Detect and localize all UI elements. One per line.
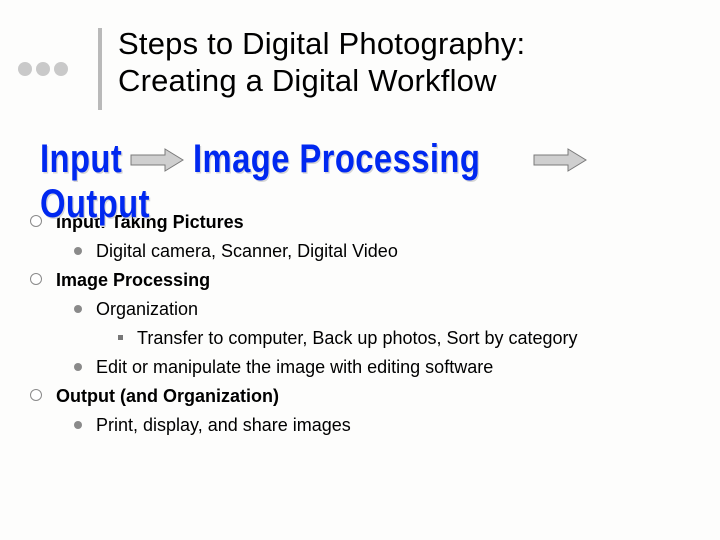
outline-list: Input: Taking Pictures Digital camera, S… — [30, 209, 720, 439]
flow-processing-label: Image Processing — [193, 137, 480, 182]
list-item: Organization — [74, 296, 720, 323]
list-item: Edit or manipulate the image with editin… — [74, 354, 720, 381]
item-text: Digital camera, Scanner, Digital Video — [96, 241, 398, 261]
flow-output-label: Output — [40, 182, 150, 227]
list-item: Print, display, and share images — [74, 412, 720, 439]
arrow-right-icon — [532, 147, 588, 173]
bullet-disc-icon — [74, 421, 82, 429]
list-item: Image Processing — [30, 267, 720, 294]
arrow-right-icon — [129, 147, 185, 173]
bullet-disc-icon — [74, 247, 82, 255]
bullet-disc-icon — [74, 305, 82, 313]
title-line-1: Steps to Digital Photography: — [118, 26, 525, 61]
item-text: Print, display, and share images — [96, 415, 351, 435]
item-text: Edit or manipulate the image with editin… — [96, 357, 493, 377]
list-item: Transfer to computer, Back up photos, So… — [118, 325, 720, 352]
flow-input-label: Input — [40, 137, 122, 182]
bullet-square-icon — [118, 335, 123, 340]
bullet-circle-icon — [30, 389, 42, 401]
title-line-2: Creating a Digital Workflow — [118, 63, 497, 98]
workflow-diagram: Input Image Processing Output — [40, 137, 720, 197]
list-item: Digital camera, Scanner, Digital Video — [74, 238, 720, 265]
page-title: Steps to Digital Photography: Creating a… — [118, 25, 525, 99]
item-text: Output (and Organization) — [56, 386, 279, 406]
list-item: Output (and Organization) — [30, 383, 720, 410]
item-text: Image Processing — [56, 270, 210, 290]
bullet-disc-icon — [74, 363, 82, 371]
bullet-circle-icon — [30, 273, 42, 285]
item-text: Organization — [96, 299, 198, 319]
decorative-dots — [18, 62, 72, 81]
title-divider — [98, 28, 102, 110]
header: Steps to Digital Photography: Creating a… — [0, 0, 720, 115]
item-text: Transfer to computer, Back up photos, So… — [137, 328, 578, 348]
